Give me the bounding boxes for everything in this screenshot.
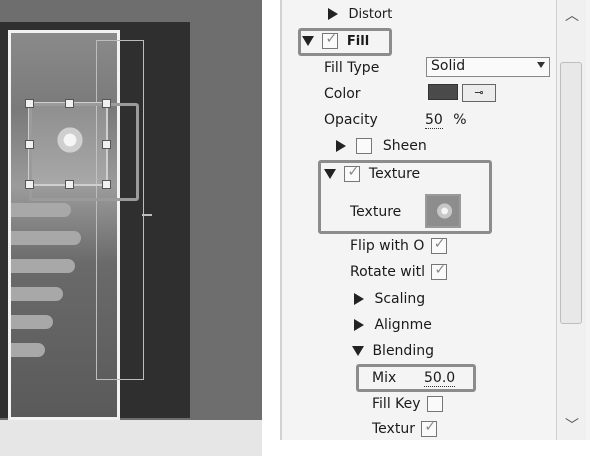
blending-row[interactable]: Blending [352, 343, 434, 359]
scaling-label: Scaling [374, 291, 426, 307]
texture-label: Texture [350, 204, 402, 220]
eyedropper-button[interactable]: ⊸ [462, 84, 496, 102]
texture-checkbox[interactable] [344, 164, 361, 182]
resize-handle-top-left[interactable] [25, 99, 34, 108]
fill-label: Fill [346, 34, 370, 49]
artwork-stripe [11, 343, 45, 357]
mix-label: Mix [372, 370, 397, 386]
fill-checkbox[interactable] [322, 31, 339, 49]
color-swatch[interactable] [428, 84, 458, 100]
chevron-down-icon [537, 62, 545, 68]
alignment-label: Alignme [374, 317, 432, 333]
panel-bottom-edge [280, 440, 590, 456]
artwork-stripe [11, 231, 81, 245]
resize-handle-bottom-left[interactable] [25, 180, 34, 189]
resize-handle-bottom-right[interactable] [102, 180, 111, 189]
texture-header-row[interactable]: Texture [324, 164, 421, 182]
fill-key-checkbox[interactable] [427, 396, 443, 412]
document-canvas[interactable] [0, 0, 262, 456]
sheen-row[interactable]: Sheen [336, 138, 427, 154]
opacity-field[interactable]: 50 % [425, 112, 467, 129]
distort-row[interactable]: Distort [328, 6, 392, 22]
blending-label: Blending [372, 343, 434, 359]
sheen-label: Sheen [382, 138, 427, 154]
fill-type-label: Fill Type [324, 60, 380, 76]
guide-rectangle [96, 40, 144, 380]
collapse-triangle-icon[interactable] [324, 169, 336, 179]
artwork-stripe [11, 287, 63, 301]
canvas-bottom-strip [0, 420, 262, 456]
panel-separator [262, 0, 280, 456]
texture-section-label: Texture [368, 166, 421, 182]
artwork-stripe [11, 259, 75, 273]
selection-box[interactable] [25, 99, 139, 201]
resize-handle-left[interactable] [25, 140, 34, 149]
guide-tick [142, 214, 152, 216]
scaling-row[interactable]: Scaling [354, 291, 425, 307]
expand-triangle-icon[interactable] [354, 293, 364, 305]
scroll-down-icon[interactable]: ﹀ [563, 418, 581, 434]
alignment-row[interactable]: Alignme [354, 317, 432, 333]
flip-label: Flip with O [350, 238, 425, 254]
fill-type-select[interactable]: Solid [426, 57, 550, 77]
scrollbar-thumb[interactable] [560, 62, 582, 324]
fill-key-label: Fill Key [372, 396, 421, 412]
resize-handle-bottom[interactable] [65, 180, 74, 189]
rotate-checkbox[interactable] [431, 262, 448, 280]
expand-triangle-icon[interactable] [328, 8, 338, 20]
scroll-up-icon[interactable]: ︿ [563, 8, 581, 24]
opacity-unit: % [453, 112, 467, 128]
textur-label: Textur [372, 421, 415, 437]
expand-triangle-icon[interactable] [354, 319, 364, 331]
textur-row[interactable]: Textur [372, 419, 438, 437]
flip-row[interactable]: Flip with O [350, 236, 447, 254]
expand-triangle-icon[interactable] [336, 140, 346, 152]
fill-header-row[interactable]: Fill [302, 31, 370, 49]
mix-field[interactable]: 50.0 [424, 370, 456, 387]
collapse-triangle-icon[interactable] [352, 346, 364, 356]
artwork-stripe [11, 315, 53, 329]
opacity-label: Opacity [324, 112, 378, 128]
fill-key-row[interactable]: Fill Key [372, 396, 443, 412]
color-label: Color [324, 86, 361, 102]
sheen-checkbox[interactable] [356, 138, 373, 154]
mix-value[interactable]: 50.0 [424, 370, 456, 387]
rotate-row[interactable]: Rotate witl [350, 262, 448, 280]
rotate-label: Rotate witl [350, 264, 426, 280]
textur-checkbox[interactable] [421, 419, 438, 437]
distort-label: Distort [348, 7, 393, 22]
resize-handle-top-right[interactable] [102, 99, 111, 108]
texture-thumbnail[interactable] [425, 194, 461, 228]
resize-handle-right[interactable] [102, 140, 111, 149]
opacity-value[interactable]: 50 [425, 112, 443, 129]
artwork-stripe [11, 203, 71, 217]
flip-checkbox[interactable] [430, 236, 447, 254]
fill-type-value: Solid [431, 58, 466, 74]
eyedropper-icon: ⊸ [474, 86, 484, 99]
flower-object[interactable] [48, 118, 92, 162]
collapse-triangle-icon[interactable] [302, 36, 314, 46]
resize-handle-top[interactable] [65, 99, 74, 108]
